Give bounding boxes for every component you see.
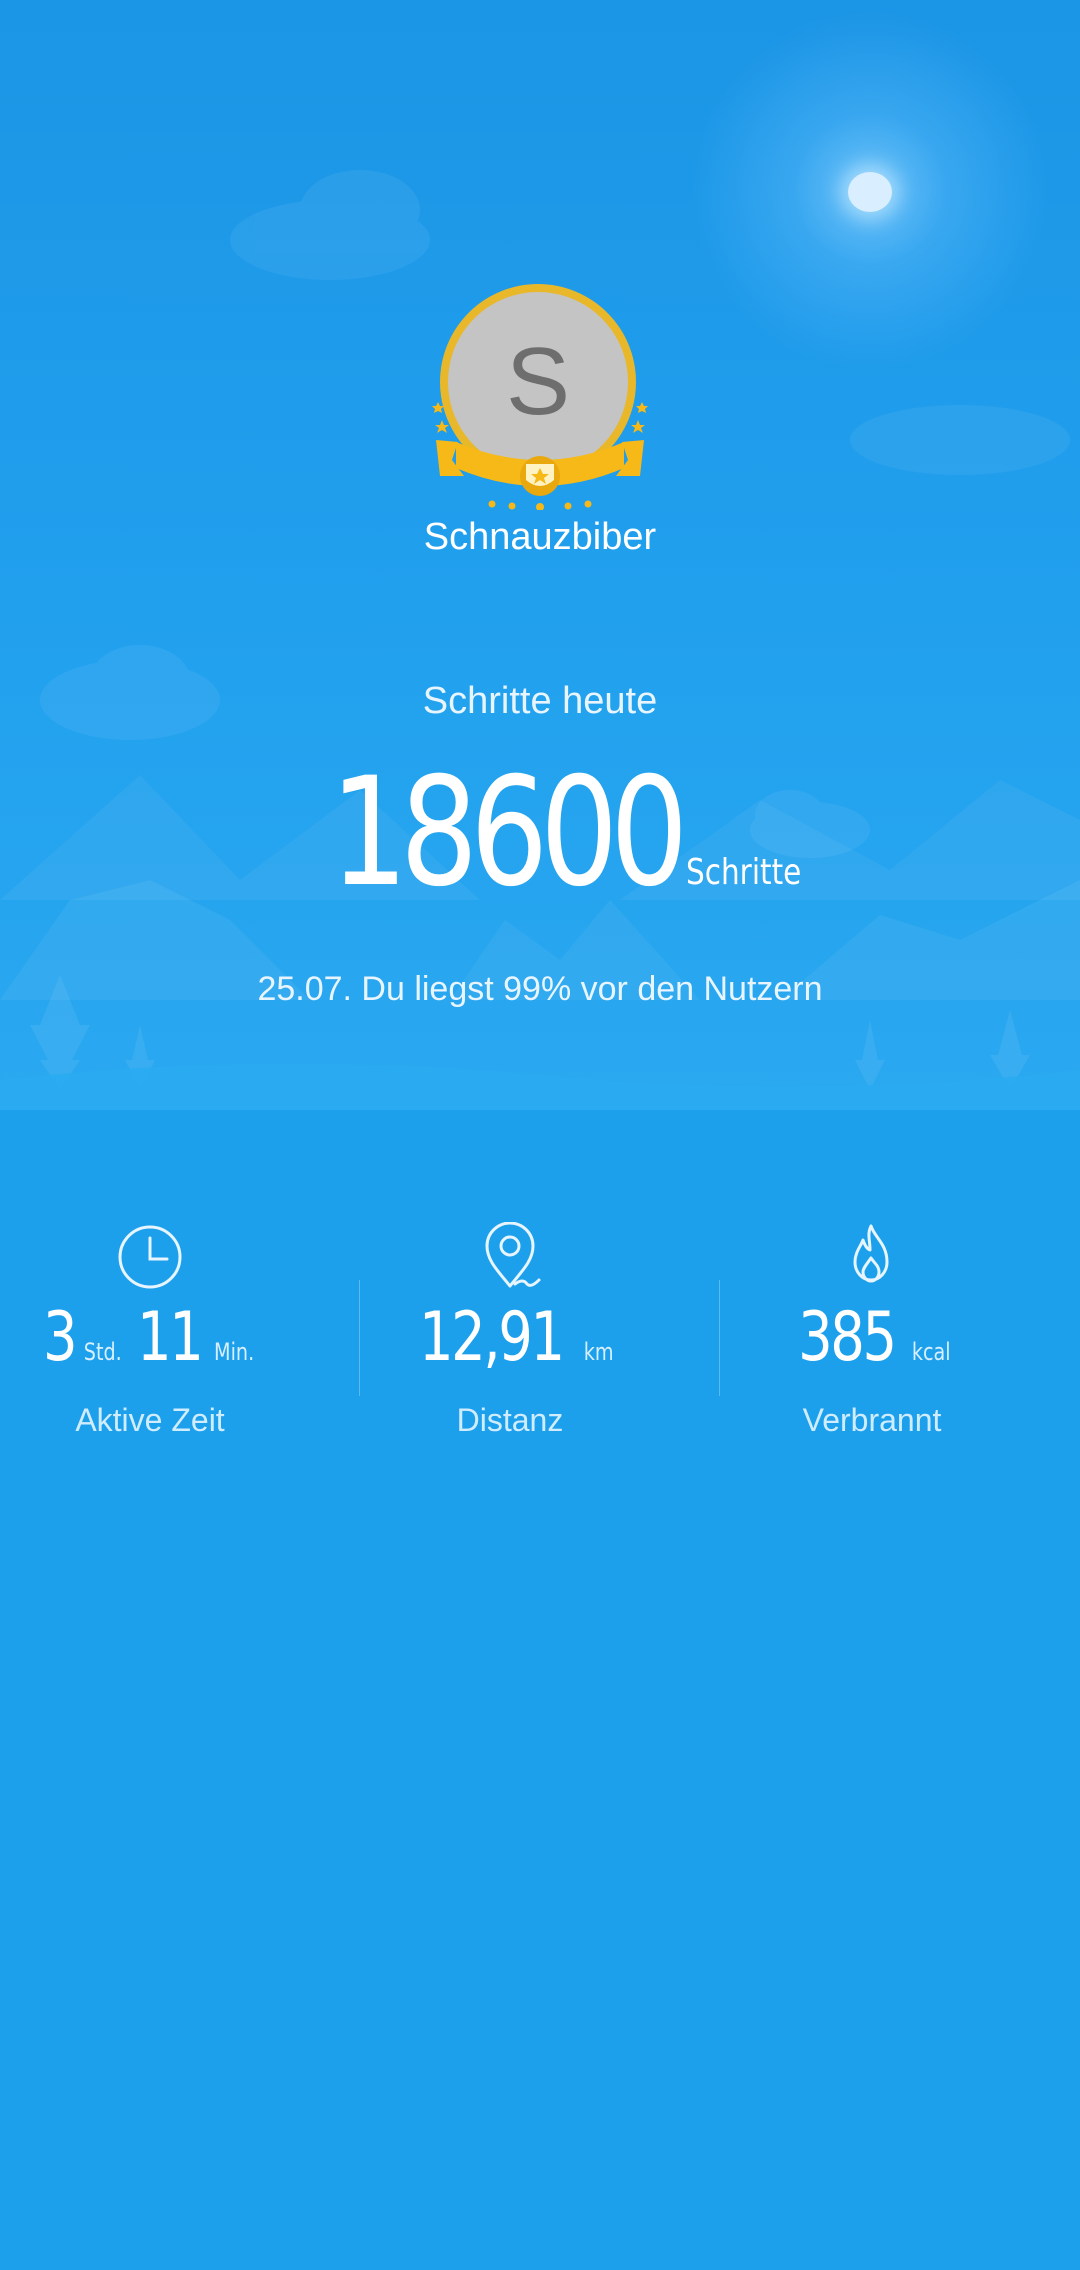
flame-icon <box>692 1222 1052 1292</box>
clock-icon <box>0 1222 330 1292</box>
active-minutes: 11 <box>136 1298 204 1377</box>
active-minutes-unit: Min. <box>214 1338 255 1366</box>
steps-counter[interactable]: 18600 Schritte <box>0 758 1080 908</box>
stat-distance[interactable]: 12,91 km Distanz <box>330 1210 690 1450</box>
burned-label: Verbrannt <box>802 1402 942 1438</box>
distance-unit: km <box>583 1338 614 1366</box>
burned-unit: kcal <box>912 1338 951 1366</box>
stat-burned[interactable]: 385 kcal Verbrannt <box>692 1210 1052 1450</box>
active-hours-unit: Std. <box>83 1338 122 1366</box>
burned-value: 385 <box>798 1298 897 1377</box>
location-pin-icon <box>330 1222 690 1292</box>
active-time-label: Aktive Zeit <box>75 1402 225 1438</box>
rank-ribbon-icon <box>432 402 648 510</box>
steps-unit: Schritte <box>686 852 802 893</box>
user-avatar-badge[interactable]: S <box>430 280 650 510</box>
active-hours: 3 <box>42 1298 78 1377</box>
active-time-value: 3 Std. 11 Min. <box>0 1304 330 1372</box>
distance-label: Distanz <box>456 1402 564 1438</box>
user-name[interactable]: Schnauzbiber <box>0 516 1080 559</box>
distance-value: 12,91 <box>418 1298 564 1377</box>
steps-title: Schritte heute <box>422 680 658 722</box>
steps-value: 18600 <box>329 746 688 920</box>
burned-value-row: 385 kcal <box>692 1304 1052 1372</box>
stat-active-time[interactable]: 3 Std. 11 Min. Aktive Zeit <box>0 1210 330 1450</box>
stats-panel: 3 Std. 11 Min. Aktive Zeit 12,91 km Dist… <box>0 1210 1080 1450</box>
ranking-text: 25.07. Du liegst 99% vor den Nutzern <box>257 970 823 1008</box>
distance-value-row: 12,91 km <box>330 1304 690 1372</box>
